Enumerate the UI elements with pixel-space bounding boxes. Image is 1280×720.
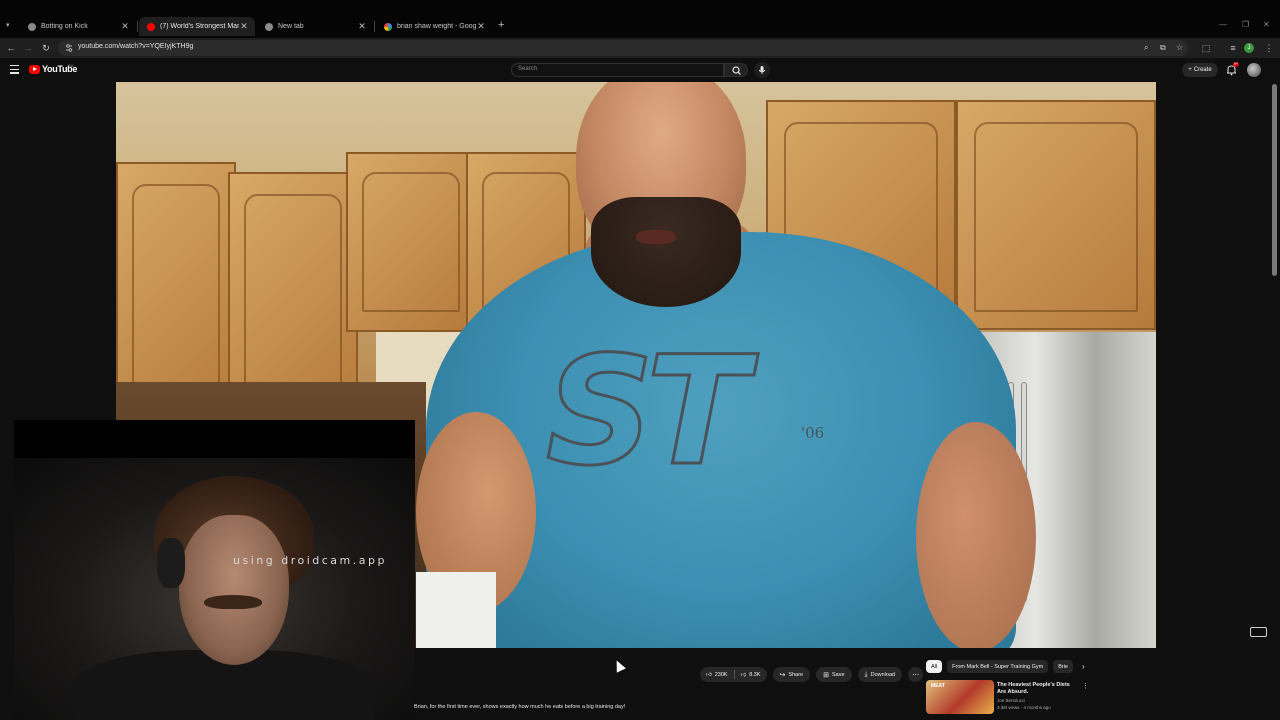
droidcam-watermark: using droidcam.app <box>233 554 387 567</box>
mouse-cursor-icon <box>612 658 626 673</box>
mustache <box>204 595 262 609</box>
save-button[interactable]: ⊞ Save <box>816 667 852 682</box>
search-input[interactable]: Search <box>511 63 724 77</box>
thumbs-down-icon: 👎︎ <box>740 671 747 678</box>
cast-icon[interactable]: ⧉ <box>1160 43 1166 53</box>
address-bar[interactable]: youtube.com/watch?v=YQEIyjKTH9g ⌕ ⧉ ☆ <box>58 40 1188 56</box>
youtube-favicon-icon <box>147 22 155 31</box>
voice-search-button[interactable] <box>754 62 770 78</box>
headset <box>157 538 185 588</box>
webcam-overlay: using droidcam.app <box>14 420 415 720</box>
new-tab-icon[interactable]: + <box>498 19 504 31</box>
plus-icon: + <box>1188 67 1192 73</box>
reload-icon[interactable]: ↻ <box>40 42 52 54</box>
right-arm <box>916 422 1036 648</box>
thumbnail-text: MEAT <box>931 683 945 689</box>
site-info-icon[interactable] <box>64 43 74 53</box>
browser-menu-icon[interactable]: ⋮ <box>1263 42 1275 54</box>
food-container <box>416 572 496 648</box>
search-icon <box>732 66 741 75</box>
back-icon[interactable]: ← <box>5 42 17 54</box>
recommended-title[interactable]: The Heaviest People's Diets Are Absurd. <box>997 682 1079 696</box>
account-avatar[interactable] <box>1247 63 1261 77</box>
browser-toolbar: ← → ↻ youtube.com/watch?v=YQEIyjKTH9g ⌕ … <box>0 38 1280 58</box>
close-icon[interactable]: ✕ <box>476 21 486 32</box>
more-actions-icon[interactable]: ⋯ <box>908 667 924 682</box>
globe-icon <box>265 22 273 31</box>
restore-icon[interactable]: ❐ <box>1242 20 1249 29</box>
chip-from-channel[interactable]: From Mark Bell - Super Training Gym <box>947 660 1049 673</box>
country-code: AU <box>68 63 74 68</box>
search-placeholder: Search <box>518 66 538 72</box>
close-icon[interactable]: ✕ <box>239 21 249 32</box>
recommended-thumbnail[interactable]: MEAT <box>926 680 994 714</box>
theater-mode-icon[interactable] <box>1250 627 1267 637</box>
search-button[interactable] <box>724 63 748 77</box>
share-icon: ↪ <box>779 671 786 679</box>
microphone-icon <box>758 66 766 74</box>
tab-google-search[interactable]: brian shaw weight - Google Se ✕ <box>376 17 492 36</box>
media-controls-icon[interactable]: ≡ <box>1227 42 1239 54</box>
close-window-icon[interactable]: ✕ <box>1263 20 1270 29</box>
tab-botting-on-kick[interactable]: Botting on Kick ✕ <box>20 17 136 36</box>
chip-all[interactable]: All <box>926 660 943 673</box>
zoom-icon[interactable]: ⌕ <box>1144 43 1148 53</box>
extensions-icon[interactable]: ⬚ <box>1200 42 1212 54</box>
thumbs-up-icon: 👍︎ <box>706 671 712 678</box>
description-snippet[interactable]: Brian, for the first time ever, shows ex… <box>414 704 625 710</box>
video-action-bar: 👍︎ 230K 👎︎ 8.3K ↪ Share ⊞ Save ⤓ Downloa… <box>700 667 924 682</box>
save-playlist-icon: ⊞ <box>823 671 829 679</box>
cabinet-door <box>956 100 1156 330</box>
recommended-meta: 3.3M views · 4 months ago <box>997 705 1051 710</box>
more-options-icon[interactable]: ⋮ <box>1082 682 1089 690</box>
url-text[interactable]: youtube.com/watch?v=YQEIyjKTH9g <box>78 43 193 50</box>
google-icon <box>384 22 392 31</box>
browser-tab-strip: ▾ Botting on Kick ✕ (7) World's Stronges… <box>0 0 1280 38</box>
profile-avatar[interactable]: J <box>1244 43 1254 53</box>
chip-brie[interactable]: Brie <box>1053 660 1073 673</box>
recommended-video[interactable]: MEAT The Heaviest People's Diets Are Abs… <box>926 680 1096 714</box>
globe-icon <box>28 22 36 31</box>
dislike-button[interactable]: 👎︎ 8.3K <box>735 667 767 682</box>
related-chips: All From Mark Bell - Super Training Gym … <box>926 660 1085 673</box>
page-scrollbar[interactable] <box>1272 84 1277 276</box>
close-icon[interactable]: ✕ <box>357 21 367 32</box>
like-dislike-group: 👍︎ 230K 👎︎ 8.3K <box>700 667 767 682</box>
forward-icon[interactable]: → <box>22 42 34 54</box>
youtube-logo-icon[interactable] <box>29 65 40 74</box>
recommended-channel[interactable]: Joe Bertolucci <box>997 698 1025 703</box>
bookmark-star-icon[interactable]: ☆ <box>1176 43 1183 52</box>
youtube-header: YouTube AU Search + Create 9+ <box>0 58 1280 82</box>
tab-worlds-strongest-man[interactable]: (7) World's Strongest Man — F ✕ <box>139 17 255 36</box>
tab-search-icon[interactable]: ▾ <box>6 21 16 31</box>
create-button[interactable]: + Create <box>1182 63 1218 77</box>
shirt-year: '06 <box>801 424 825 442</box>
minimize-icon[interactable]: — <box>1219 20 1227 29</box>
notification-badge: 9+ <box>1233 62 1239 67</box>
menu-icon[interactable] <box>10 65 19 74</box>
beard <box>591 197 741 307</box>
mouth <box>636 230 676 244</box>
share-button[interactable]: ↪ Share <box>772 667 811 682</box>
tab-new-tab[interactable]: New tab ✕ <box>257 17 373 36</box>
like-button[interactable]: 👍︎ 230K <box>700 667 734 682</box>
shirt-logo: ST <box>544 325 749 499</box>
download-icon: ⤓ <box>864 670 868 678</box>
chevron-right-icon[interactable]: › <box>1082 662 1085 671</box>
download-button[interactable]: ⤓ Download <box>857 667 903 682</box>
close-icon[interactable]: ✕ <box>120 21 130 32</box>
cabinet-door <box>346 152 476 332</box>
streamer-face <box>179 515 289 665</box>
